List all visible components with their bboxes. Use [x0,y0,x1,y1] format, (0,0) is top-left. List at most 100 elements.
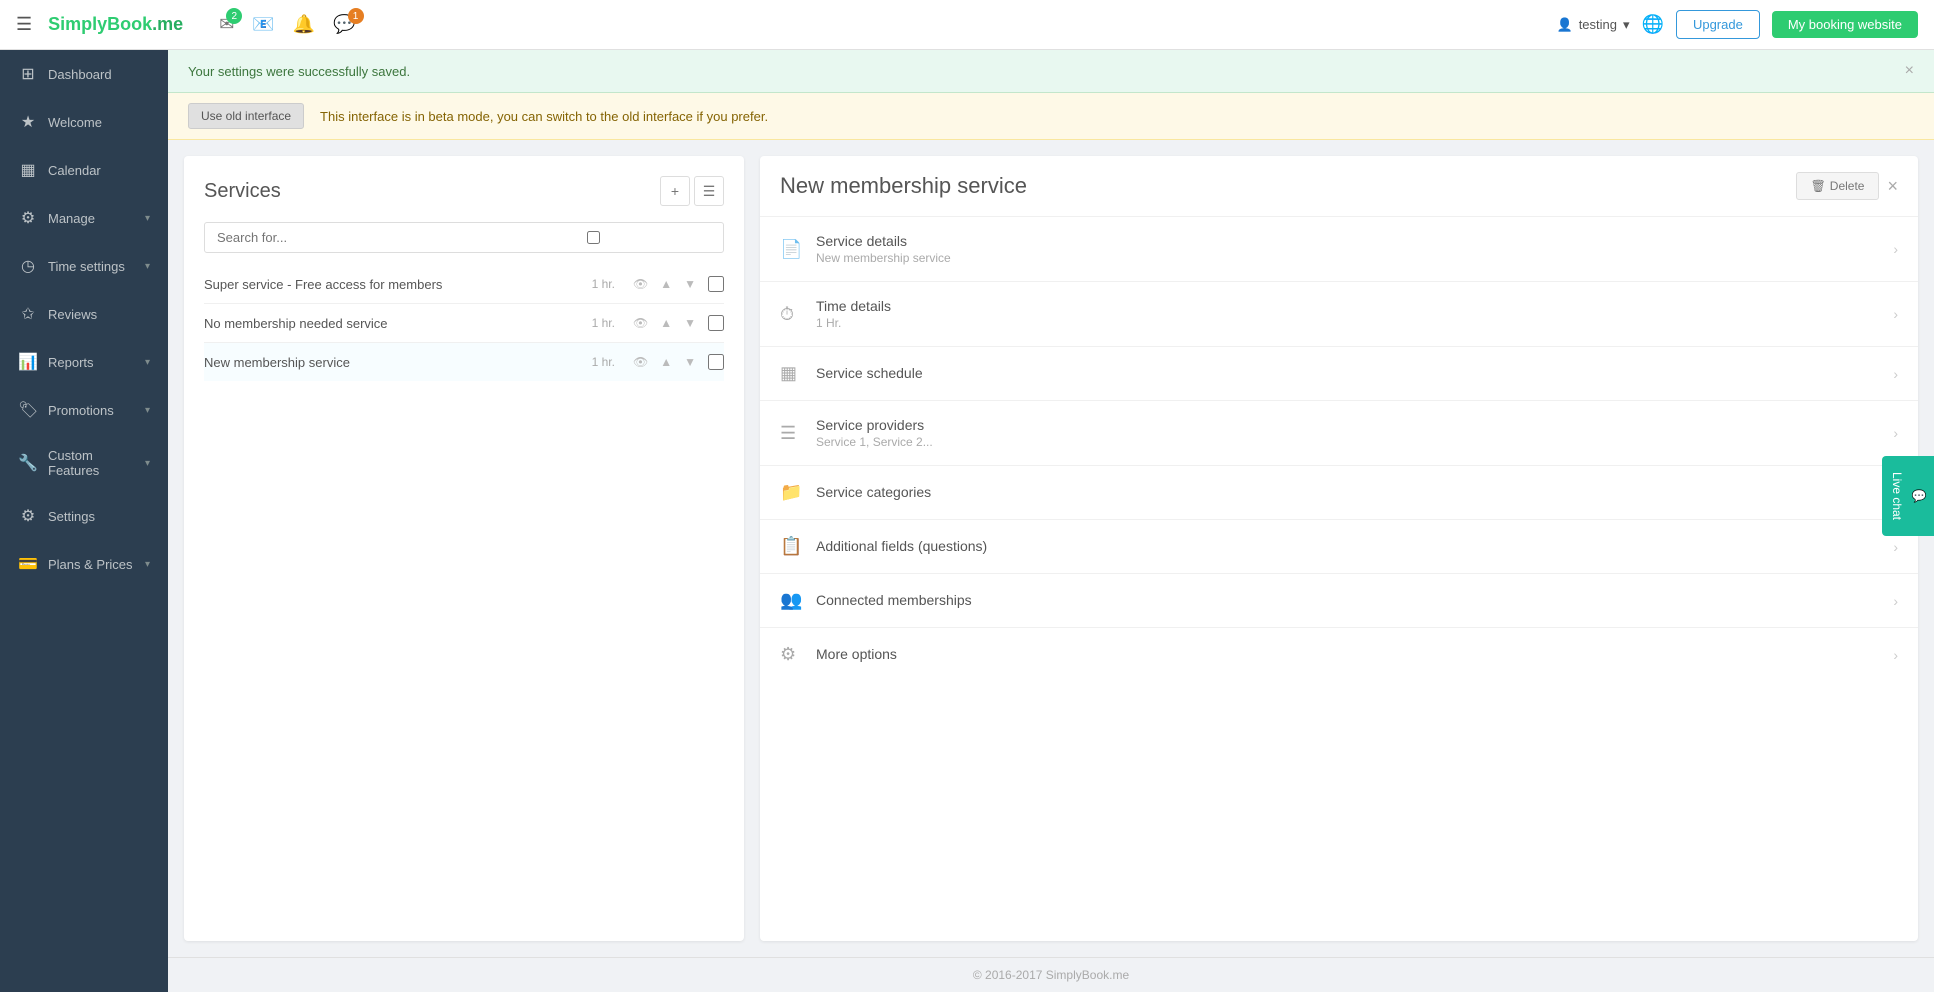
service-schedule-icon: ▦ [780,363,816,384]
service-3-checkbox[interactable] [708,354,724,370]
delete-button[interactable]: 🗑 Delete [1796,172,1880,200]
service-providers-arrow: › [1893,425,1898,441]
service-details-sub: New membership service [816,251,1893,265]
detail-item-additional-fields[interactable]: 📋 Additional fields (questions) › [760,520,1918,574]
plans-prices-icon: 💳 [18,554,38,574]
sidebar-item-dashboard[interactable]: ⊞ Dashboard [0,50,168,98]
detail-item-service-details[interactable]: 📄 Service details New membership service… [760,217,1918,282]
service-2-down-button[interactable]: ▼ [680,314,700,332]
my-booking-website-button[interactable]: My booking website [1772,11,1918,38]
sidebar-item-reviews[interactable]: ✩ Reviews [0,290,168,338]
detail-item-service-providers[interactable]: ☰ Service providers Service 1, Service 2… [760,401,1918,466]
sidebar-item-reports[interactable]: 📊 Reports ▾ [0,338,168,386]
alert-beta: Use old interface This interface is in b… [168,93,1934,140]
sidebar: ⊞ Dashboard ★ Welcome ▦ Calendar ⚙ Manag… [0,50,168,992]
sidebar-label-welcome: Welcome [48,115,150,130]
detail-item-connected-memberships[interactable]: 👥 Connected memberships › [760,574,1918,628]
settings-icon: ⚙ [18,506,38,526]
service-schedule-text: Service schedule [816,365,1893,383]
connected-memberships-text: Connected memberships [816,592,1893,610]
logo: SimplyBook.me [48,14,183,35]
service-2-checkbox[interactable] [708,315,724,331]
connected-memberships-icon: 👥 [780,590,816,611]
mail-icon[interactable]: 📧 [252,14,274,35]
service-providers-text: Service providers Service 1, Service 2..… [816,417,1893,449]
user-menu[interactable]: 👤 testing ▾ [1557,17,1630,33]
sidebar-item-custom-features[interactable]: 🔧 Custom Features ▾ [0,434,168,492]
detail-header: New membership service 🗑 Delete × [760,156,1918,217]
hamburger-icon[interactable]: ☰ [16,14,32,35]
sidebar-item-time-settings[interactable]: ◷ Time settings ▾ [0,242,168,290]
detail-item-service-schedule[interactable]: ▦ Service schedule › [760,347,1918,401]
alert-success-close[interactable]: × [1905,62,1914,80]
services-header: Services + ☰ [204,176,724,206]
service-duration-3: 1 hr. [592,355,615,369]
service-duration-1: 1 hr. [592,277,615,291]
sidebar-item-welcome[interactable]: ★ Welcome [0,98,168,146]
service-3-up-button[interactable]: ▲ [656,353,676,371]
delete-label: Delete [1830,179,1865,193]
custom-features-icon: 🔧 [18,453,38,473]
detail-close-button[interactable]: × [1887,176,1898,197]
service-1-down-button[interactable]: ▼ [680,275,700,293]
chat-icon[interactable]: 💬 1 [333,14,355,35]
service-categories-text: Service categories [816,484,1893,502]
service-details-arrow: › [1893,241,1898,257]
manage-arrow: ▾ [145,213,150,224]
live-chat-icon: 💬 [1912,489,1926,504]
promotions-arrow: ▾ [145,405,150,416]
sidebar-item-promotions[interactable]: 🏷 Promotions ▾ [0,386,168,434]
time-settings-arrow: ▾ [145,261,150,272]
globe-icon[interactable]: 🌐 [1642,14,1664,35]
messages-icon[interactable]: ✉ 2 [219,14,234,35]
time-details-text: Time details 1 Hr. [816,298,1893,330]
service-1-visible-button[interactable]: 👁 [629,275,652,293]
services-title: Services [204,180,281,203]
detail-panel: New membership service 🗑 Delete × 📄 Serv [760,156,1918,941]
alert-success: Your settings were successfully saved. × [168,50,1934,93]
time-details-sub: 1 Hr. [816,316,1893,330]
reports-arrow: ▾ [145,357,150,368]
service-row: New membership service 1 hr. 👁 ▲ ▼ [204,343,724,381]
plans-prices-arrow: ▾ [145,559,150,570]
search-all-checkbox[interactable] [472,231,715,244]
detail-item-service-categories[interactable]: 📁 Service categories › [760,466,1918,520]
list-view-button[interactable]: ☰ [694,176,724,206]
connected-memberships-arrow: › [1893,593,1898,609]
sidebar-item-plans-prices[interactable]: 💳 Plans & Prices ▾ [0,540,168,588]
search-input[interactable] [205,223,472,252]
service-3-down-button[interactable]: ▼ [680,353,700,371]
sidebar-label-time-settings: Time settings [48,259,135,274]
sidebar-item-calendar[interactable]: ▦ Calendar [0,146,168,194]
sidebar-item-manage[interactable]: ⚙ Manage ▾ [0,194,168,242]
service-providers-icon: ☰ [780,423,816,444]
detail-item-more-options[interactable]: ⚙ More options › [760,628,1918,681]
upgrade-button[interactable]: Upgrade [1676,10,1760,39]
detail-item-time-details[interactable]: ⏱ Time details 1 Hr. › [760,282,1918,347]
live-chat-button[interactable]: 💬 Live chat [1882,456,1934,536]
use-old-interface-button[interactable]: Use old interface [188,103,304,129]
content-area: Services + ☰ Super service - Free access… [168,140,1934,957]
service-1-checkbox[interactable] [708,276,724,292]
service-name-1: Super service - Free access for members [204,277,584,292]
messages-badge: 2 [226,8,242,24]
additional-fields-title: Additional fields (questions) [816,538,1893,554]
sidebar-item-settings[interactable]: ⚙ Settings [0,492,168,540]
service-details-title: Service details [816,233,1893,249]
main-content: Your settings were successfully saved. ×… [168,50,1934,992]
service-row-1-actions: 👁 ▲ ▼ [629,275,700,293]
service-1-up-button[interactable]: ▲ [656,275,676,293]
reports-icon: 📊 [18,352,38,372]
promotions-icon: 🏷 [18,400,38,420]
service-row: No membership needed service 1 hr. 👁 ▲ ▼ [204,304,724,343]
bell-icon[interactable]: 🔔 [293,14,315,35]
time-details-arrow: › [1893,306,1898,322]
detail-header-actions: 🗑 Delete × [1796,172,1898,200]
service-2-visible-button[interactable]: 👁 [629,314,652,332]
service-3-visible-button[interactable]: 👁 [629,353,652,371]
service-2-up-button[interactable]: ▲ [656,314,676,332]
success-message: Your settings were successfully saved. [188,64,410,79]
service-categories-title: Service categories [816,484,1893,500]
add-service-button[interactable]: + [660,176,690,206]
search-bar [204,222,724,253]
